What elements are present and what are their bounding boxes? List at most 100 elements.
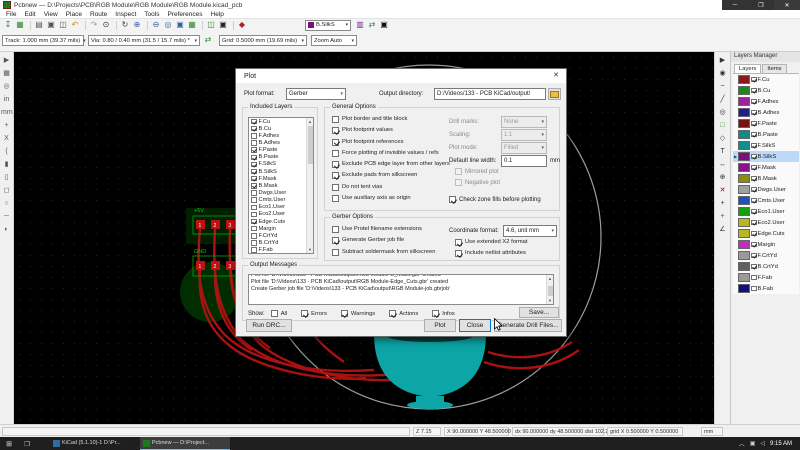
option-checkbox[interactable] xyxy=(332,195,339,202)
layer-checkbox[interactable] xyxy=(251,240,257,246)
measure-tool-icon[interactable]: ∠ xyxy=(717,224,728,235)
layer-visibility-checkbox[interactable] xyxy=(751,209,757,215)
footprint-viewer-icon[interactable]: ◫ xyxy=(206,20,216,30)
layer-visibility-checkbox[interactable] xyxy=(751,187,757,193)
scrollbar-thumb[interactable] xyxy=(308,126,313,164)
included-layer-row[interactable]: F.Cu xyxy=(249,118,306,125)
layer-color-swatch[interactable] xyxy=(738,262,750,271)
included-layer-row[interactable]: B.Mask xyxy=(249,182,306,189)
layer-visibility-checkbox[interactable] xyxy=(751,231,757,237)
layer-row-f-paste[interactable]: F.Paste xyxy=(733,118,799,129)
layer-visibility-checkbox[interactable] xyxy=(751,275,757,281)
network-icon[interactable]: ▣ xyxy=(750,440,756,447)
layer-row-f-mask[interactable]: F.Mask xyxy=(733,162,799,173)
layer-checkbox[interactable] xyxy=(251,155,257,161)
route-track-icon[interactable]: ╱ xyxy=(717,94,728,105)
run-drc-button[interactable]: Run DRC... xyxy=(246,319,292,332)
start-button[interactable]: ⊞ xyxy=(0,437,18,450)
generate-drill-files-button[interactable]: Generate Drill Files... xyxy=(494,319,562,332)
menu-preferences[interactable]: Preferences xyxy=(163,11,206,18)
option-checkbox[interactable] xyxy=(332,184,339,191)
menu-view[interactable]: View xyxy=(40,11,62,18)
output-directory-input[interactable]: D:/Videos/133 - PCB KiCad/output/ xyxy=(434,88,546,100)
layer-checkbox[interactable] xyxy=(251,219,257,225)
add-dimension-icon[interactable]: ↔ xyxy=(717,159,728,170)
layer-checkbox[interactable] xyxy=(251,233,257,239)
cursor-shape-icon[interactable]: + xyxy=(1,120,12,131)
maximize-icon[interactable]: ❐ xyxy=(748,0,774,10)
layer-visibility-checkbox[interactable] xyxy=(751,264,757,270)
find-icon[interactable]: ⊙ xyxy=(101,20,111,30)
grid-size-select[interactable]: Grid: 0.5000 mm (19.69 mils)▾ xyxy=(219,35,307,46)
task-view-icon[interactable]: ❐ xyxy=(18,437,36,450)
layer-visibility-checkbox[interactable] xyxy=(751,253,757,259)
via-size-select[interactable]: Via: 0.80 / 0.40 mm (31.5 / 15.7 mils) *… xyxy=(88,35,200,46)
tab-items[interactable]: Items xyxy=(762,64,786,73)
layer-color-swatch[interactable] xyxy=(738,75,750,84)
tab-layers[interactable]: Layers xyxy=(734,64,761,73)
layer-row-f-fab[interactable]: F.Fab xyxy=(733,272,799,283)
layer-row-eco2-user[interactable]: Eco2.User xyxy=(733,217,799,228)
option-checkbox[interactable] xyxy=(332,237,339,244)
layer-color-swatch[interactable] xyxy=(738,273,750,282)
add-text-icon[interactable]: T xyxy=(717,146,728,157)
active-layer-select[interactable]: B.SilkS ▾ xyxy=(305,20,351,31)
layer-visibility-checkbox[interactable] xyxy=(751,198,757,204)
gerber-option-row[interactable]: Generate Gerber job file xyxy=(332,237,435,244)
board-setup-icon[interactable]: ▦ xyxy=(15,20,25,30)
layer-row-b-crtyd[interactable]: B.CrtYd xyxy=(733,261,799,272)
layer-checkbox[interactable] xyxy=(251,247,257,253)
fullscreen-monitor-icon[interactable]: ▣ xyxy=(379,20,389,30)
3d-viewer-icon[interactable]: ▣ xyxy=(218,20,228,30)
layer-visibility-checkbox[interactable] xyxy=(751,220,757,226)
layer-visibility-checkbox[interactable] xyxy=(751,99,757,105)
layer-row-b-paste[interactable]: B.Paste xyxy=(733,129,799,140)
layer-row-b-adhes[interactable]: B.Adhes xyxy=(733,107,799,118)
zoom-fit-icon[interactable]: ◎ xyxy=(163,20,173,30)
included-layer-row[interactable]: F.Mask xyxy=(249,175,306,182)
layer-color-swatch[interactable] xyxy=(738,152,750,161)
included-layer-row[interactable]: F.Fab xyxy=(249,247,306,254)
scroll-down-icon[interactable]: ▼ xyxy=(547,297,553,304)
browse-output-directory-button[interactable] xyxy=(548,88,561,100)
pads-sketch-icon[interactable]: ◻ xyxy=(1,185,12,196)
included-layer-row[interactable]: F.SilkS xyxy=(249,161,306,168)
option-checkbox[interactable] xyxy=(332,172,339,179)
general-option-row[interactable]: Use auxiliary axis as origin xyxy=(332,195,450,202)
filter-errors[interactable]: Errors xyxy=(301,310,327,317)
plot-format-select[interactable]: Gerber▾ xyxy=(286,88,346,100)
filter-checkbox[interactable] xyxy=(341,310,348,317)
page-settings-icon[interactable]: ▤ xyxy=(34,20,44,30)
scroll-down-icon[interactable]: ▼ xyxy=(307,246,313,253)
layer-row-b-mask[interactable]: B.Mask xyxy=(733,173,799,184)
layer-row-eco1-user[interactable]: Eco1.User xyxy=(733,206,799,217)
layer-checkbox[interactable] xyxy=(251,226,257,232)
included-layer-row[interactable]: B.SilkS xyxy=(249,168,306,175)
vias-sketch-icon[interactable]: ○ xyxy=(1,198,12,209)
select-item-icon[interactable]: ▶ xyxy=(717,55,728,66)
undo-icon[interactable]: ↶ xyxy=(70,20,80,30)
layer-checkbox[interactable] xyxy=(251,119,257,125)
layer-color-swatch[interactable] xyxy=(738,240,750,249)
layer-toggle-icon[interactable]: ▥ xyxy=(355,20,365,30)
layer-row-b-fab[interactable]: B.Fab xyxy=(733,283,799,294)
zone-outline-icon[interactable]: ▯ xyxy=(1,172,12,183)
zoom-select[interactable]: Zoom Auto▾ xyxy=(311,35,357,46)
included-layer-row[interactable]: B.Cu xyxy=(249,125,306,132)
gerber-option-row[interactable]: Use extended X2 format xyxy=(455,239,528,246)
layer-visibility-checkbox[interactable] xyxy=(751,121,757,127)
layer-visibility-checkbox[interactable] xyxy=(751,165,757,171)
included-layer-row[interactable]: Dwgs.User xyxy=(249,189,306,196)
layer-color-swatch[interactable] xyxy=(738,218,750,227)
zoom-selection-icon[interactable]: ▣ xyxy=(175,20,185,30)
filter-checkbox[interactable] xyxy=(389,310,396,317)
layer-visibility-checkbox[interactable] xyxy=(751,154,757,160)
option-checkbox[interactable] xyxy=(332,116,339,123)
filter-checkbox[interactable] xyxy=(271,310,278,317)
layer-row-f-cu[interactable]: F.Cu xyxy=(733,74,799,85)
ratsnest-show-icon[interactable]: X xyxy=(1,133,12,144)
save-messages-button[interactable]: Save... xyxy=(519,307,559,318)
ratsnest-curved-icon[interactable]: ( xyxy=(1,146,12,157)
add-zone-icon[interactable]: □ xyxy=(717,120,728,131)
gerber-option-row[interactable]: Use Protel filename extensions xyxy=(332,226,435,233)
